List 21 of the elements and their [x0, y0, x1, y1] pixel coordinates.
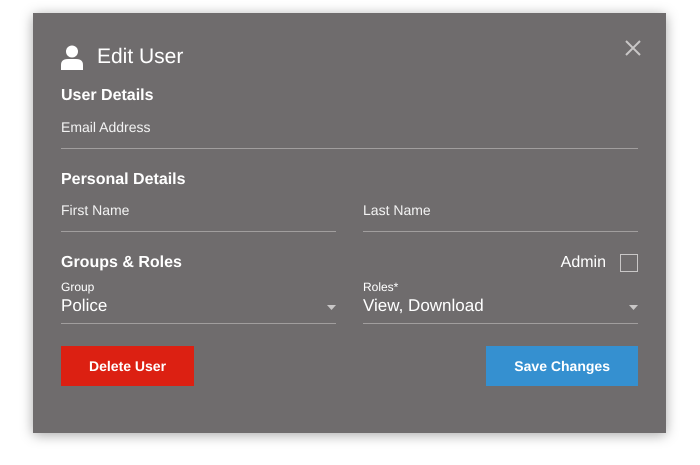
- select-field[interactable]: Roles* View, Download: [363, 279, 638, 324]
- select-field[interactable]: Group Police: [61, 279, 336, 324]
- section-heading: Groups & Roles: [61, 253, 182, 273]
- text-field[interactable]: First Name: [61, 200, 336, 232]
- caret-icon: [327, 305, 336, 310]
- select-value: Police: [61, 295, 108, 317]
- save-button[interactable]: Save Changes: [486, 346, 638, 386]
- text-field[interactable]: Last Name: [363, 200, 638, 232]
- section-heading: Personal Details: [61, 170, 186, 190]
- field-label: Group: [61, 279, 96, 295]
- section-heading: User Details: [61, 86, 154, 106]
- dialog-title: Edit User: [97, 44, 184, 70]
- text-field[interactable]: Email Address: [61, 117, 638, 149]
- close-icon[interactable]: [625, 40, 641, 56]
- caret-icon: [629, 305, 638, 310]
- user-icon: [61, 44, 83, 70]
- field-label: Roles*: [363, 279, 400, 295]
- delete-button[interactable]: Delete User: [61, 346, 194, 386]
- checkbox-label: Admin: [560, 253, 606, 273]
- admin-checkbox[interactable]: [620, 254, 638, 272]
- select-value: View, Download: [363, 295, 484, 317]
